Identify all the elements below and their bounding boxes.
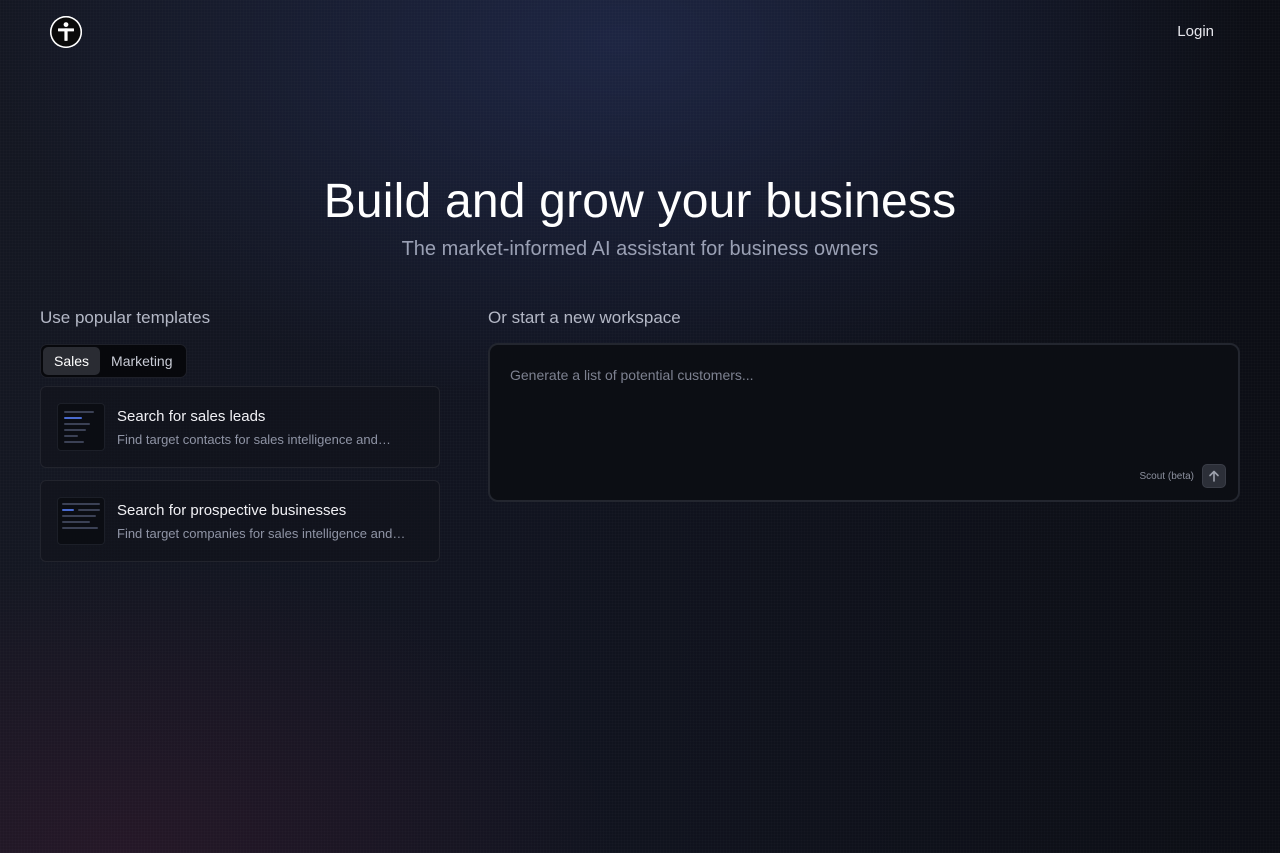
template-cards: Search for sales leads Find target conta… (40, 386, 440, 562)
card-description: Find target companies for sales intellig… (117, 525, 406, 541)
card-text: Search for prospective businesses Find t… (117, 502, 407, 541)
tab-sales[interactable]: Sales (43, 347, 101, 375)
templates-label: Use popular templates (40, 308, 211, 327)
logo[interactable] (50, 16, 82, 48)
template-card-prospective-businesses[interactable]: Search for prospective businesses Find t… (40, 480, 440, 562)
workspace-section: Or start a new workspace Scout (beta) (488, 308, 1240, 502)
arrow-up-icon (1209, 470, 1219, 482)
card-title: Search for prospective businesses (117, 501, 347, 519)
send-button[interactable] (1202, 464, 1226, 488)
card-description: Find target contacts for sales intellige… (117, 431, 391, 447)
template-tabs: Sales Marketing (40, 344, 187, 378)
templates-section: Use popular templates Sales Marketing Se… (40, 308, 440, 574)
workspace-label: Or start a new workspace (488, 308, 681, 327)
hero-title: Build and grow your business (323, 175, 957, 228)
prompt-input[interactable] (510, 363, 1218, 387)
tab-marketing[interactable]: Marketing (100, 347, 183, 375)
card-title: Search for sales leads (117, 407, 266, 425)
prompt-box: Scout (beta) (488, 343, 1240, 502)
template-thumbnail (57, 497, 105, 545)
accessibility-person-icon (50, 16, 82, 48)
card-text: Search for sales leads Find target conta… (117, 408, 407, 447)
template-thumbnail (57, 403, 105, 451)
template-card-sales-leads[interactable]: Search for sales leads Find target conta… (40, 386, 440, 468)
login-link[interactable]: Login (1177, 23, 1214, 40)
model-label[interactable]: Scout (beta) (1140, 471, 1194, 482)
hero-subtitle: The market-informed AI assistant for bus… (401, 238, 879, 260)
